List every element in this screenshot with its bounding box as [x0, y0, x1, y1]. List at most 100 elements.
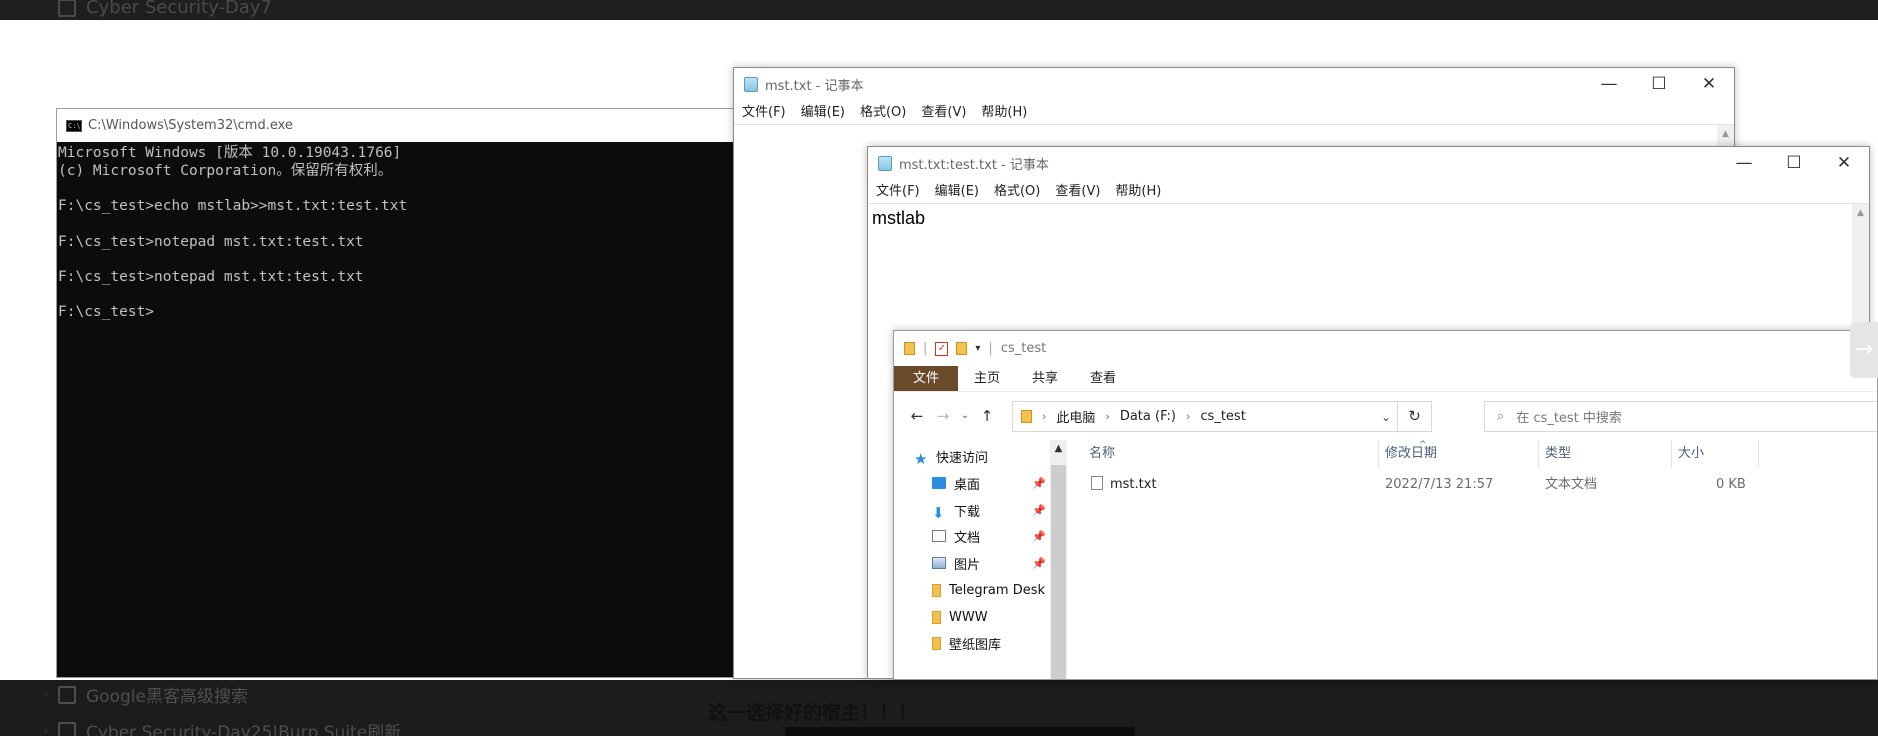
sidebar-item-documents[interactable]: 文档 📌: [932, 524, 1046, 548]
maximize-icon[interactable]: ☐: [1769, 147, 1819, 179]
separator: |: [988, 341, 993, 356]
search-input[interactable]: ⌕ 在 cs_test 中搜索: [1484, 401, 1877, 432]
scroll-up-icon[interactable]: ▲: [1852, 204, 1869, 218]
refresh-icon[interactable]: ↻: [1397, 401, 1431, 432]
side-panel-tab[interactable]: →: [1850, 322, 1878, 378]
scroll-up-icon[interactable]: ▲: [1717, 125, 1734, 139]
explorer-title-bar[interactable]: | ✓ ▾ | cs_test: [894, 331, 1877, 366]
pin-icon[interactable]: 📌: [1032, 530, 1046, 543]
column-type[interactable]: 类型: [1539, 440, 1672, 468]
window-controls: — ☐ ✕: [1719, 147, 1869, 179]
breadcrumb-drive[interactable]: Data (F:): [1120, 409, 1176, 424]
notepad-title-bar[interactable]: mst.txt - 记事本 — ☐ ✕: [734, 68, 1734, 100]
notepad-content[interactable]: [734, 125, 1734, 133]
background-bottom-item-label: Google黑客高级搜索: [86, 687, 248, 707]
menu-edit[interactable]: 编辑(E): [935, 180, 979, 199]
sidebar-item-telegram[interactable]: Telegram Desk: [932, 578, 1045, 602]
background-top-item-label: Cyber Security-Day7: [86, 0, 272, 18]
navigation-scrollbar[interactable]: ▲: [1050, 440, 1067, 679]
sidebar-item-label: 桌面: [954, 477, 981, 493]
folder-icon: [1021, 410, 1032, 423]
address-bar[interactable]: › 此电脑 › Data (F:) › cs_test ⌄ ↻: [1012, 401, 1432, 432]
scroll-up-icon[interactable]: ▲: [1050, 440, 1067, 454]
scrollbar-thumb[interactable]: [1051, 465, 1066, 679]
menu-file[interactable]: 文件(F): [742, 101, 786, 120]
minimize-icon[interactable]: —: [1584, 68, 1634, 100]
tab-view[interactable]: 查看: [1074, 366, 1132, 391]
pin-icon[interactable]: 📌: [1032, 477, 1046, 490]
back-icon[interactable]: ←: [904, 407, 930, 425]
chevron-down-icon[interactable]: ▾: [975, 343, 980, 354]
table-row[interactable]: mst.txt 2022/7/13 21:57 文本文档 0 KB: [1089, 474, 1877, 496]
cmd-title: C:\Windows\System32\cmd.exe: [88, 118, 293, 133]
menu-view[interactable]: 查看(V): [1055, 180, 1100, 199]
file-size: 0 KB: [1716, 477, 1746, 492]
column-name[interactable]: 名称: [1089, 440, 1379, 468]
menu-format[interactable]: 格式(O): [860, 101, 906, 120]
sidebar-item-desktop[interactable]: 桌面 📌: [932, 471, 1046, 495]
menu-file[interactable]: 文件(F): [876, 180, 920, 199]
download-icon: ⬇: [932, 504, 945, 522]
sidebar-item-wallpapers[interactable]: 壁纸图库: [932, 631, 1001, 655]
chevron-right-icon[interactable]: ›: [1042, 410, 1046, 423]
tab-share[interactable]: 共享: [1016, 366, 1074, 391]
chevron-right-icon[interactable]: ›: [1186, 410, 1190, 423]
file-name-cell[interactable]: mst.txt: [1091, 474, 1157, 496]
notepad-icon: [878, 155, 892, 171]
menu-edit[interactable]: 编辑(E): [801, 101, 845, 120]
cmd-console-output[interactable]: Microsoft Windows [版本 10.0.19043.1766] (c…: [57, 142, 755, 322]
sidebar-item-quick-access[interactable]: ★ 快速访问: [914, 444, 988, 468]
forward-icon[interactable]: →: [930, 407, 956, 425]
cmd-window[interactable]: C:\ C:\Windows\System32\cmd.exe Microsof…: [56, 108, 756, 678]
folder-icon: [932, 583, 941, 597]
console-line: F:\cs_test>: [58, 304, 155, 321]
notepad-menu-bar: 文件(F) 编辑(E) 格式(O) 查看(V) 帮助(H): [734, 100, 1734, 120]
notepad-title-bar[interactable]: mst.txt:test.txt - 记事本 — ☐ ✕: [868, 147, 1869, 179]
pin-icon[interactable]: 📌: [1032, 557, 1046, 570]
folder-icon: [932, 610, 941, 624]
column-modified[interactable]: 修改日期: [1379, 440, 1539, 468]
tab-home[interactable]: 主页: [958, 366, 1016, 391]
properties-icon[interactable]: ✓: [935, 341, 949, 356]
up-icon[interactable]: ↑: [974, 407, 1000, 425]
column-size[interactable]: 大小: [1672, 440, 1759, 468]
sidebar-item-downloads[interactable]: ⬇ 下载 📌: [932, 498, 1046, 523]
notepad-title: mst.txt - 记事本: [765, 78, 864, 94]
sidebar-item-label: 文档: [954, 530, 981, 546]
explorer-title: cs_test: [1000, 341, 1047, 356]
ribbon-tabs: 文件 主页 共享 查看: [894, 366, 1877, 391]
minimize-icon[interactable]: —: [1719, 147, 1769, 179]
menu-view[interactable]: 查看(V): [921, 101, 966, 120]
close-icon[interactable]: ✕: [1819, 147, 1869, 179]
sidebar-item-label: 下载: [954, 504, 981, 520]
console-line: F:\cs_test>notepad mst.txt:test.txt: [58, 268, 364, 285]
new-folder-icon[interactable]: [956, 342, 968, 355]
notepad-menu-bar: 文件(F) 编辑(E) 格式(O) 查看(V) 帮助(H): [868, 179, 1869, 199]
background-caption-bar: [785, 727, 1135, 736]
file-explorer-window[interactable]: | ✓ ▾ | cs_test 文件 主页 共享 查看 ← → ⌄ ↑ › 此电…: [893, 330, 1878, 680]
cmd-title-bar[interactable]: C:\ C:\Windows\System32\cmd.exe: [57, 109, 755, 142]
menu-help[interactable]: 帮助(H): [1115, 180, 1161, 199]
breadcrumb-this-pc[interactable]: 此电脑: [1056, 407, 1095, 426]
chevron-right-icon[interactable]: ›: [1105, 410, 1109, 423]
tab-file[interactable]: 文件: [894, 366, 959, 391]
recent-locations-icon[interactable]: ⌄: [956, 410, 974, 421]
sidebar-item-www[interactable]: WWW: [932, 605, 988, 629]
pin-icon[interactable]: 📌: [1032, 504, 1046, 517]
notepad-content[interactable]: mstlab: [868, 204, 1869, 233]
sidebar-item-pictures[interactable]: 图片 📌: [932, 551, 1046, 575]
sidebar-item-label: Telegram Desk: [949, 582, 1046, 598]
console-line: (c) Microsoft Corporation。保留所有权利。: [58, 162, 393, 179]
cmd-icon: C:\: [66, 119, 82, 132]
breadcrumb-folder[interactable]: cs_test: [1200, 409, 1245, 424]
chevron-down-icon[interactable]: ⌄: [1381, 410, 1391, 424]
background-bottom-item: › Cyber Security-Day25|Burp Suite刷新: [44, 718, 401, 736]
menu-help[interactable]: 帮助(H): [981, 101, 1027, 120]
folder-icon: [904, 342, 915, 355]
navigation-pane: ★ 快速访问 桌面 📌 ⬇ 下载 📌 文档 📌 图片 📌 Telegram De…: [894, 440, 1066, 679]
menu-format[interactable]: 格式(O): [994, 180, 1040, 199]
maximize-icon[interactable]: ☐: [1634, 68, 1684, 100]
close-icon[interactable]: ✕: [1684, 68, 1734, 100]
